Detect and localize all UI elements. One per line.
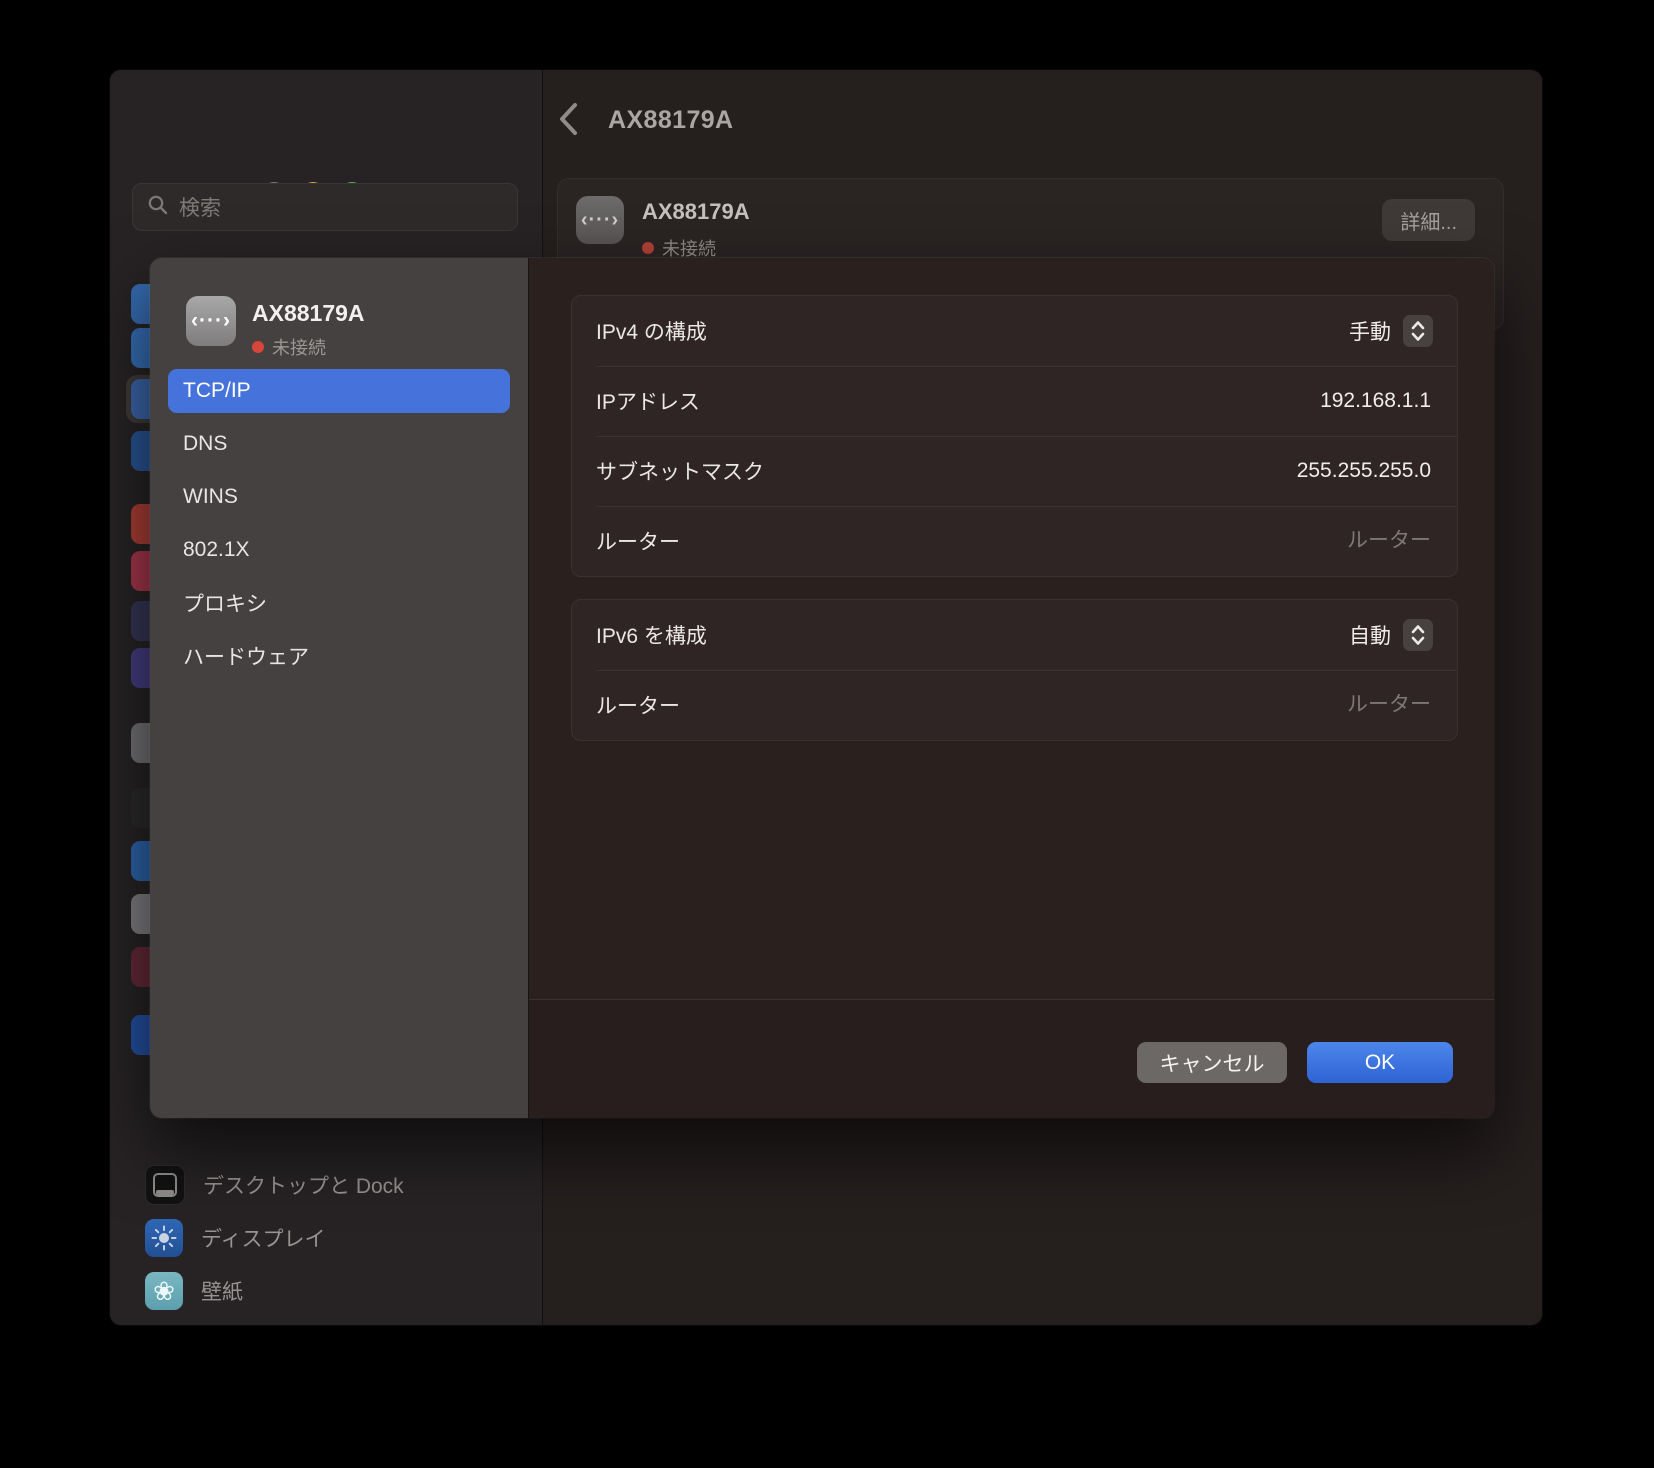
ipv6-router-label: ルーター — [596, 690, 680, 720]
network-adapter-icon: ‹···› — [186, 296, 236, 346]
tab-tcpip[interactable]: TCP/IP — [168, 369, 510, 413]
ipv4-config-label: IPv4 の構成 — [596, 316, 707, 346]
ipv4-config-value: 手動 — [1349, 316, 1391, 346]
sheet-adapter-name: AX88179A — [252, 300, 365, 327]
ok-button[interactable]: OK — [1307, 1042, 1453, 1083]
screen: 検索 デスクトップと Dock — [0, 0, 1654, 1468]
sidebar-item-desktop-dock[interactable]: デスクトップと Dock — [110, 1162, 542, 1208]
sheet-nav: TCP/IP DNS WINS 802.1X プロキシ ハードウェア — [168, 369, 510, 687]
ipv6-config-row: IPv6 を構成 自動 — [572, 600, 1457, 670]
back-button[interactable] — [557, 102, 593, 142]
desktop-dock-icon — [145, 1165, 185, 1205]
page-title: AX88179A — [608, 106, 734, 135]
tab-dns[interactable]: DNS — [168, 422, 510, 466]
sidebar-item-display[interactable]: ディスプレイ — [110, 1215, 542, 1261]
sheet-sidebar: ‹···› AX88179A 未接続 TCP/IP DNS WINS 802.1… — [150, 258, 529, 1118]
wallpaper-icon: ❀ — [145, 1272, 183, 1310]
ip-address-label: IPアドレス — [596, 386, 700, 416]
ipv6-config-value: 自動 — [1349, 620, 1391, 650]
sidebar-item-label: デスクトップと Dock — [203, 1170, 404, 1200]
search-placeholder: 検索 — [179, 192, 221, 222]
sidebar-item-label: ディスプレイ — [201, 1223, 326, 1253]
search-icon — [147, 194, 169, 221]
sidebar-item-wallpaper[interactable]: ❀ 壁紙 — [110, 1268, 542, 1314]
ip-address-field[interactable] — [999, 388, 1433, 414]
search-input[interactable]: 検索 — [132, 183, 518, 231]
sheet-footer: キャンセル OK — [529, 999, 1494, 1118]
ipv4-config-row: IPv4 の構成 手動 — [572, 296, 1457, 366]
sheet-content: IPv4 の構成 手動 IPアドレス サブネットマスク — [529, 258, 1494, 1118]
ip-address-row: IPアドレス — [572, 366, 1457, 436]
ipv4-group: IPv4 の構成 手動 IPアドレス サブネットマスク — [571, 295, 1458, 577]
ipv6-router-field[interactable] — [999, 692, 1433, 718]
ipv6-config-label: IPv6 を構成 — [596, 620, 707, 650]
ipv4-router-field[interactable] — [999, 528, 1433, 554]
ipv6-router-row: ルーター — [572, 670, 1457, 740]
sidebar-item-label: 壁紙 — [201, 1276, 243, 1306]
ipv4-config-popup-button[interactable] — [1403, 315, 1433, 347]
display-icon — [145, 1219, 183, 1257]
sheet-adapter-status-text: 未接続 — [272, 334, 326, 360]
tcpip-sheet: ‹···› AX88179A 未接続 TCP/IP DNS WINS 802.1… — [150, 258, 1494, 1118]
subnet-mask-row: サブネットマスク — [572, 436, 1457, 506]
subnet-mask-field[interactable] — [999, 458, 1433, 484]
tab-proxies[interactable]: プロキシ — [168, 581, 510, 625]
network-adapter-icon: ‹···› — [576, 196, 624, 244]
adapter-name: AX88179A — [642, 199, 750, 225]
ipv6-config-popup-button[interactable] — [1403, 619, 1433, 651]
status-dot-icon — [642, 242, 654, 254]
ipv4-router-label: ルーター — [596, 526, 680, 556]
subnet-mask-label: サブネットマスク — [596, 456, 764, 486]
tab-wins[interactable]: WINS — [168, 475, 510, 519]
details-button[interactable]: 詳細... — [1382, 199, 1475, 241]
ipv6-group: IPv6 を構成 自動 ルーター — [571, 599, 1458, 741]
status-dot-icon — [252, 341, 264, 353]
ipv4-router-row: ルーター — [572, 506, 1457, 576]
sheet-adapter-status: 未接続 — [252, 334, 326, 360]
tab-hardware[interactable]: ハードウェア — [168, 634, 510, 678]
tab-8021x[interactable]: 802.1X — [168, 528, 510, 572]
cancel-button[interactable]: キャンセル — [1137, 1042, 1287, 1083]
